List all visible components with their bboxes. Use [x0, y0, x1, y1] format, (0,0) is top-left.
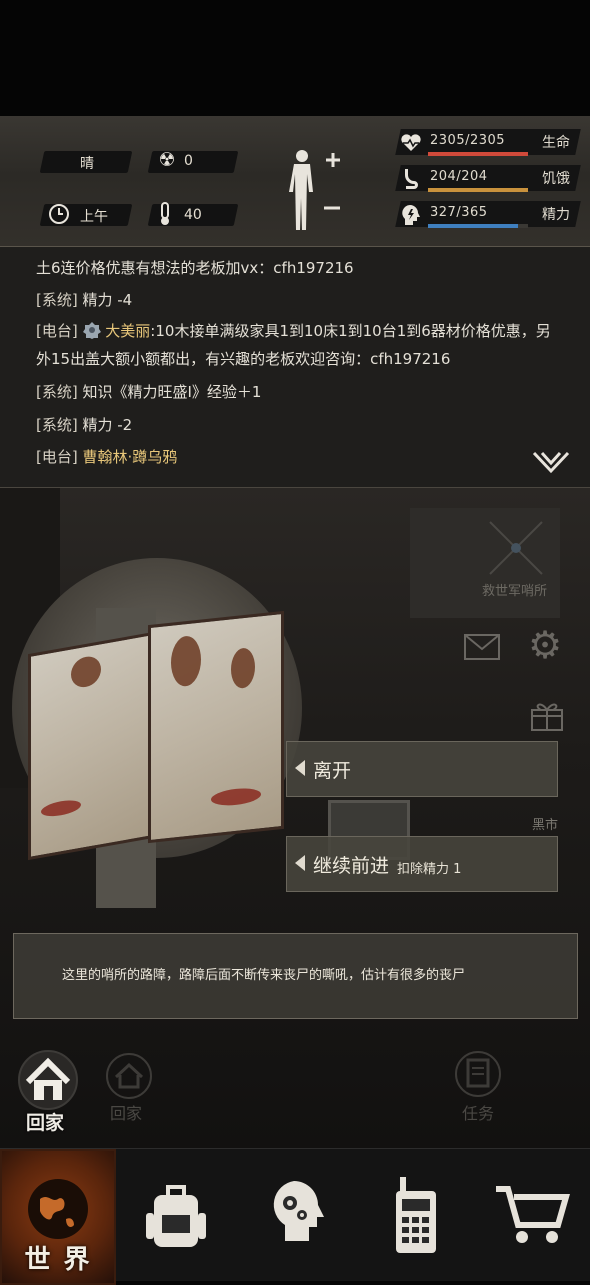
mail-icon[interactable] — [464, 634, 500, 664]
black-market-label[interactable]: 黑市 — [532, 814, 558, 833]
map-marker-icon[interactable] — [486, 518, 546, 582]
nav-skills-button[interactable] — [240, 1149, 352, 1281]
backpack-icon — [146, 1185, 206, 1247]
sender-name: 曹翰林 — [82, 448, 128, 466]
home-icon — [25, 1057, 71, 1100]
home-icon-faded — [104, 1053, 154, 1103]
hunger-label: 饥饿 — [542, 171, 570, 187]
arrow-left-icon — [295, 855, 305, 871]
arrow-left-icon — [295, 760, 305, 776]
radio-icon — [396, 1177, 436, 1253]
skills-head-icon — [273, 1181, 324, 1241]
cart-icon — [496, 1186, 570, 1243]
hunger-bar — [428, 188, 528, 192]
time-value: 上午 — [80, 209, 108, 225]
temperature-value: 40 — [184, 207, 202, 223]
avatar-icon — [82, 321, 101, 339]
gift-icon[interactable] — [530, 698, 564, 736]
description-text: 这里的哨所的路障，路障后面不断传来丧尸的嘶吼，估计有很多的丧尸 — [62, 968, 466, 983]
option-label: 离开 — [313, 760, 352, 782]
home-label[interactable]: 回家 — [26, 1108, 64, 1135]
sender-name: 大美丽 — [105, 322, 151, 340]
option-leave-button[interactable]: 离开 — [286, 741, 558, 797]
radiation-value: 0 — [184, 153, 193, 169]
health-bar — [428, 152, 528, 156]
body-status-icon[interactable] — [286, 148, 344, 236]
weather-value: 晴 — [80, 156, 94, 172]
health-label: 生命 — [542, 135, 570, 151]
thermometer-icon — [152, 201, 178, 227]
world-label: 世 界 — [24, 1245, 92, 1275]
status-panel: 晴 ☢ 0 上午 40 2305/2305 生命 204/204 饥饿 327/… — [0, 116, 590, 247]
stomach-icon — [398, 166, 424, 192]
option-advance-button[interactable]: 继续前进 扣除精力 1 — [286, 836, 558, 892]
home-button[interactable] — [18, 1050, 78, 1110]
log-line: [系统] 精力 -4 — [36, 291, 133, 309]
energy-value: 327/365 — [430, 205, 488, 220]
energy-label: 精力 — [542, 207, 570, 223]
log-line: [系统] 知识《精力旺盛Ⅰ》经验＋1 — [36, 383, 262, 401]
energy-bar — [428, 224, 518, 228]
heartbeat-icon — [398, 130, 424, 156]
task-label[interactable]: 任务 — [462, 1100, 494, 1124]
log-line: 土6连价格优惠有想法的老板加vx：cfh197216 — [36, 259, 354, 277]
message-log[interactable]: 土6连价格优惠有想法的老板加vx：cfh197216 [系统] 精力 -4 [电… — [0, 247, 590, 488]
location-label[interactable]: 救世军哨所 — [482, 580, 547, 599]
energy-head-icon — [398, 202, 424, 228]
expand-log-icon[interactable] — [532, 451, 570, 479]
nav-backpack-button[interactable] — [120, 1149, 232, 1281]
log-line: [电台] 大美丽:10木接单满级家具1到10床1到10台1到6器材价格优惠，另 — [36, 321, 551, 340]
nav-shop-button[interactable] — [476, 1149, 588, 1281]
log-line: 外15出盖大额小额都出，有兴趣的老板欢迎咨询：cfh197216 — [36, 350, 451, 368]
road-sign-left — [28, 631, 154, 861]
bottom-nav: 世 界 — [0, 1148, 590, 1285]
log-line: [电台] 曹翰林·蹲乌鸦 — [36, 448, 178, 466]
health-value: 2305/2305 — [430, 133, 506, 148]
nav-world-button[interactable]: 世 界 — [0, 1149, 116, 1285]
radiation-icon: ☢ — [158, 149, 176, 171]
clock-icon — [46, 201, 72, 227]
option-label: 继续前进 — [313, 855, 390, 877]
scene-view: 救世军哨所 ⚙ 黑市 离开 继续前进 扣除精力 1 这里的哨所的路障，路障后面不… — [0, 488, 590, 1148]
settings-gear-icon[interactable]: ⚙ — [528, 626, 562, 664]
nav-radio-button[interactable] — [360, 1149, 472, 1281]
task-icon[interactable] — [452, 1050, 504, 1102]
world-icon — [28, 1179, 88, 1239]
log-line: [系统] 精力 -2 — [36, 416, 133, 434]
home-label-faded: 回家 — [110, 1104, 143, 1123]
scene-description: 这里的哨所的路障，路障后面不断传来丧尸的嘶吼，估计有很多的丧尸 — [13, 933, 578, 1019]
option-cost: 扣除精力 1 — [397, 862, 462, 877]
road-sign-right — [148, 610, 284, 844]
hunger-value: 204/204 — [430, 169, 488, 184]
